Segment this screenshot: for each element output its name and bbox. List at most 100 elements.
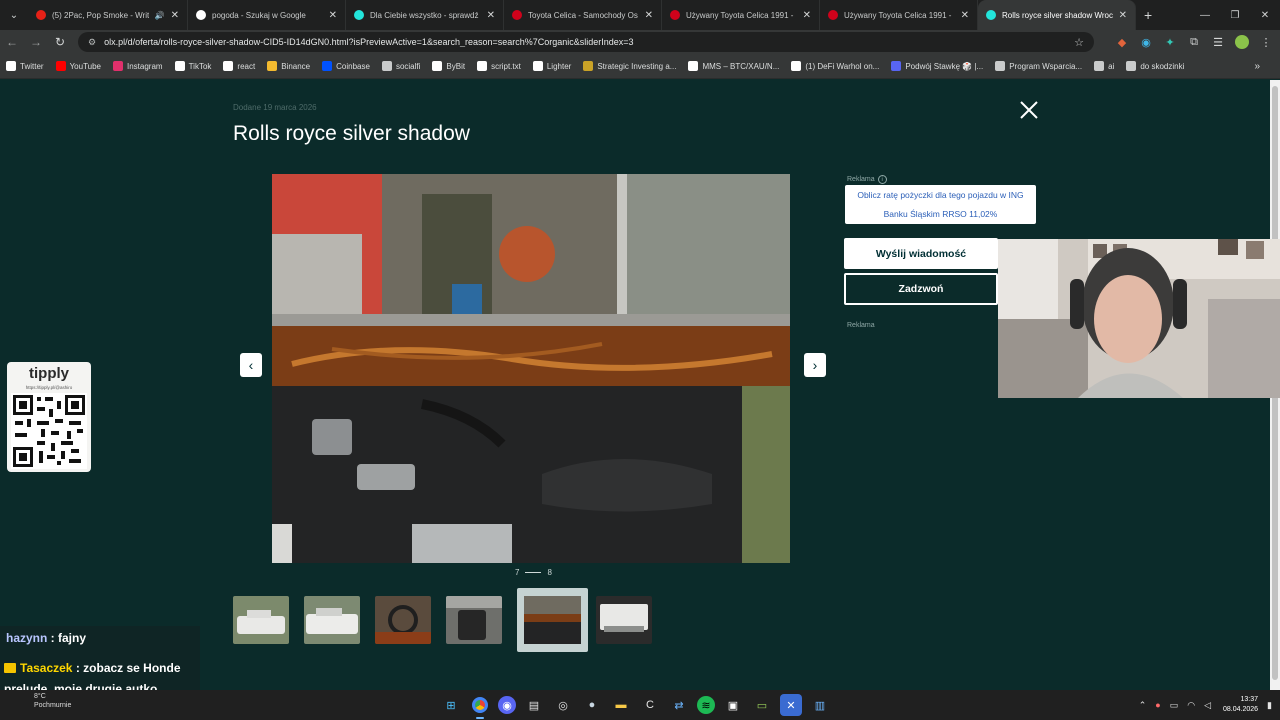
bookmarks-overflow-icon[interactable]: » (1254, 61, 1260, 72)
browser-tab[interactable]: Używany Toyota Celica 1991 - ✕ (820, 0, 978, 30)
thumbnail[interactable] (446, 596, 502, 644)
menu-icon[interactable]: ⋮ (1254, 30, 1278, 54)
bookmark-item[interactable]: Lighter (532, 61, 571, 71)
chrome-icon[interactable] (469, 694, 491, 719)
bookmark-item[interactable]: Program Wsparcia... (995, 61, 1082, 71)
tab-close-icon[interactable]: ✕ (961, 10, 969, 21)
bookmark-star-icon[interactable]: ☆ (1074, 36, 1084, 49)
clock[interactable]: 13:37 08.04.2026 (1223, 695, 1258, 715)
ad-label-text: Reklama (847, 176, 875, 183)
bookmark-item[interactable]: YouTube (55, 61, 101, 71)
discord-icon[interactable]: ◉ (498, 696, 516, 714)
bookmark-icon (477, 61, 488, 71)
bookmark-item[interactable]: Instagram (113, 61, 163, 71)
profile-avatar[interactable] (1230, 30, 1254, 54)
app-icon[interactable]: ▭ (751, 694, 773, 716)
weather-desc: Pochmurnie (34, 702, 72, 709)
ing-loan-ad[interactable]: Oblicz ratę pożyczki dla tego pojazdu w … (845, 185, 1036, 224)
photo-counter-current: 7 (515, 568, 520, 577)
obs-icon[interactable]: ◎ (552, 694, 574, 716)
wifi-icon[interactable]: ◠ (1187, 700, 1195, 711)
thumbnail[interactable] (375, 596, 431, 644)
bookmark-icon (791, 61, 802, 71)
bookmark-item[interactable]: Podwój Stawkę 🎲 |... (891, 61, 983, 71)
bookmark-item[interactable]: ai (1094, 61, 1114, 71)
minimize-icon[interactable]: — (1190, 0, 1220, 30)
bookmark-item[interactable]: Twitter (6, 61, 44, 71)
extensions-puzzle-icon[interactable]: ⧉ (1182, 30, 1206, 54)
tab-close-icon[interactable]: ✕ (329, 10, 337, 21)
windows-start-icon[interactable]: ⊞ (440, 694, 462, 716)
bookmark-item[interactable]: socialfi (381, 61, 420, 71)
info-icon[interactable]: i (877, 175, 887, 184)
forward-icon[interactable]: → (24, 30, 48, 54)
tab-close-icon[interactable]: ✕ (803, 10, 811, 21)
tab-favicon-icon (828, 10, 838, 20)
bookmark-item[interactable]: Coinbase (322, 61, 370, 71)
extension-icon[interactable]: ◆ (1110, 30, 1134, 54)
app-icon[interactable]: ✕ (780, 694, 802, 716)
counter-divider (525, 572, 542, 573)
bookmark-item[interactable]: Binance (267, 61, 310, 71)
url-input[interactable]: ⚙ olx.pl/d/oferta/rolls-royce-silver-sha… (78, 32, 1094, 52)
tab-close-icon[interactable]: ✕ (1119, 10, 1127, 21)
microphone-icon[interactable]: ● (1155, 700, 1160, 710)
notifications-icon[interactable]: ▮ (1267, 700, 1272, 711)
bookmark-item[interactable]: ByBit (432, 61, 465, 71)
browser-tab[interactable]: Dla Ciebie wszystko - sprawdź ✕ (346, 0, 504, 30)
ccleaner-icon[interactable]: C (639, 694, 661, 716)
thumbnail[interactable] (596, 596, 652, 644)
back-icon[interactable]: ← (0, 30, 24, 54)
stream-chat-overlay: hazynn : fajny Tasaczek : zobacz se Hond… (0, 626, 200, 696)
bookmark-item[interactable]: MMS – BTC/XAU/N... (688, 61, 779, 71)
browser-tab[interactable]: pogoda - Szukaj w Google ✕ (188, 0, 346, 30)
close-gallery-icon[interactable] (1018, 99, 1040, 121)
tab-close-icon[interactable]: ✕ (171, 10, 179, 21)
thumbnail[interactable] (233, 596, 289, 644)
prev-photo-button[interactable]: ‹ (240, 353, 262, 377)
app-icon[interactable]: ▣ (722, 694, 744, 716)
display-icon[interactable]: ▭ (1170, 700, 1179, 711)
volume-icon[interactable]: ◁ (1204, 700, 1211, 711)
bookmark-item[interactable]: do skodzinki (1126, 61, 1184, 71)
bookmark-item[interactable]: react (223, 61, 255, 71)
send-message-button[interactable]: Wyślij wiadomość (844, 238, 998, 269)
browser-tab[interactable]: Toyota Celica - Samochody Os ✕ (504, 0, 662, 30)
bookmark-item[interactable]: (1) DeFi Warhol on... (791, 61, 879, 71)
network-icon[interactable]: ⇄ (668, 694, 690, 716)
bookmark-icon (532, 61, 543, 71)
close-window-icon[interactable]: ✕ (1250, 0, 1280, 30)
browser-tab[interactable]: Używany Toyota Celica 1991 - ✕ (662, 0, 820, 30)
file-explorer-icon[interactable]: ▬ (610, 694, 632, 716)
browser-tab[interactable]: Rolls royce silver shadow Wroc ✕ (978, 0, 1136, 30)
tab-close-icon[interactable]: ✕ (645, 10, 653, 21)
reading-list-icon[interactable]: ☰ (1206, 30, 1230, 54)
thumbnail[interactable] (304, 596, 360, 644)
bookmark-icon (1126, 61, 1137, 71)
extension-icon[interactable]: ◉ (1134, 30, 1158, 54)
thumbnail-selected[interactable] (517, 588, 588, 652)
tab-favicon-icon (196, 10, 206, 20)
site-info-icon[interactable]: ⚙ (88, 37, 96, 48)
extension-icon[interactable]: ✦ (1158, 30, 1182, 54)
bookmark-item[interactable]: script.txt (477, 61, 521, 71)
new-tab-button[interactable]: + (1144, 7, 1152, 23)
next-photo-button[interactable]: › (804, 353, 826, 377)
tab-audio-icon[interactable]: 🔊 (155, 11, 165, 20)
notepad-icon[interactable]: ▥ (809, 694, 831, 716)
tab-close-icon[interactable]: ✕ (487, 10, 495, 21)
steam-icon[interactable]: ● (581, 694, 603, 716)
reload-icon[interactable]: ↻ (48, 30, 72, 54)
bookmark-item[interactable]: Strategic Investing a... (583, 61, 676, 71)
tipply-link: https://tipply.pl/@ashiro (25, 385, 73, 390)
call-button[interactable]: Zadzwoń (844, 273, 998, 305)
spotify-icon[interactable]: ≋ (697, 696, 715, 714)
tray-overflow-icon[interactable]: ⌃ (1139, 700, 1147, 711)
tab-search-button[interactable]: ⌄ (0, 0, 28, 30)
task-manager-icon[interactable]: ▤ (523, 694, 545, 716)
restore-icon[interactable]: ❐ (1220, 0, 1250, 30)
bookmark-item[interactable]: TikTok (174, 61, 211, 71)
weather-widget[interactable]: 8°C Pochmurnie (6, 692, 71, 710)
thumbnail-strip (233, 588, 667, 652)
browser-tab[interactable]: (5) 2Pac, Pop Smoke - Writ 🔊 ✕ (28, 0, 188, 30)
